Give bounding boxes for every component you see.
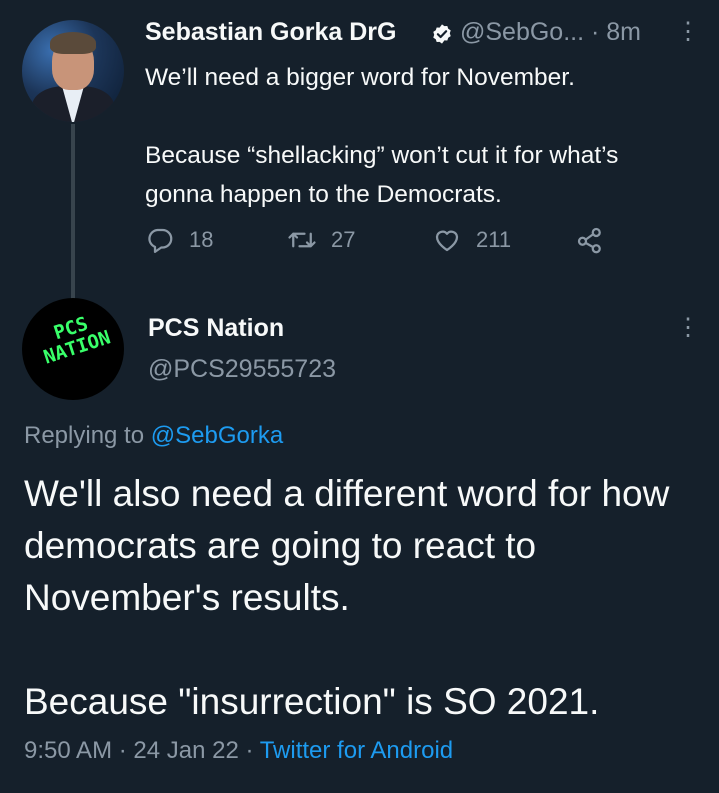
pcs-nation-logo: PCS NATION bbox=[41, 312, 114, 369]
reply-meta: 9:50 AM · 24 Jan 22 · Twitter for Androi… bbox=[24, 737, 453, 765]
reply-text: We'll also need a different word for how… bbox=[24, 468, 704, 728]
reply-author-name[interactable]: PCS Nation bbox=[148, 314, 284, 343]
tweet-line-2: Because “shellacking” won’t cut it for w… bbox=[145, 142, 619, 208]
reply-count: 18 bbox=[189, 227, 214, 252]
author-avatar[interactable] bbox=[22, 20, 124, 122]
reply-author-handle: @PCS29555723 bbox=[148, 355, 337, 383]
author-handle-and-time: @SebGo... · 8m bbox=[460, 18, 641, 46]
tweet-text: We’ll need a bigger word for November. B… bbox=[145, 58, 685, 214]
reply-source-link[interactable]: Twitter for Android bbox=[260, 737, 453, 764]
tweet-line-1: We’ll need a bigger word for November. bbox=[145, 64, 575, 91]
share-icon bbox=[577, 227, 601, 254]
reply-author-avatar[interactable]: PCS NATION bbox=[22, 298, 124, 400]
author-name[interactable]: Sebastian Gorka DrG bbox=[145, 18, 396, 47]
reply-timestamp[interactable]: 9:50 AM · 24 Jan 22 · bbox=[24, 737, 260, 764]
share-action[interactable] bbox=[575, 224, 619, 256]
reply-icon bbox=[148, 228, 173, 253]
retweet-icon bbox=[288, 232, 316, 248]
reply-paragraph-1: We'll also need a different word for how… bbox=[24, 473, 670, 618]
avatar-hair bbox=[50, 32, 96, 54]
like-count: 211 bbox=[476, 227, 512, 252]
reply-paragraph-2: Because "insurrection" is SO 2021. bbox=[24, 681, 600, 722]
retweet-action[interactable]: 27 bbox=[287, 224, 355, 256]
replying-to: Replying to @SebGorka bbox=[24, 422, 283, 450]
replying-mention-link[interactable]: @SebGorka bbox=[151, 422, 283, 449]
thread-connector-line bbox=[71, 124, 75, 300]
more-vertical-icon[interactable]: ⋮ bbox=[676, 316, 700, 340]
retweet-count: 27 bbox=[331, 227, 356, 252]
like-action[interactable]: 211 bbox=[432, 224, 511, 256]
verified-badge-icon bbox=[433, 24, 451, 44]
heart-icon bbox=[435, 230, 459, 252]
reply-action[interactable]: 18 bbox=[145, 224, 213, 256]
replying-prefix: Replying to bbox=[24, 422, 145, 449]
more-vertical-icon[interactable]: ⋮ bbox=[676, 20, 700, 44]
